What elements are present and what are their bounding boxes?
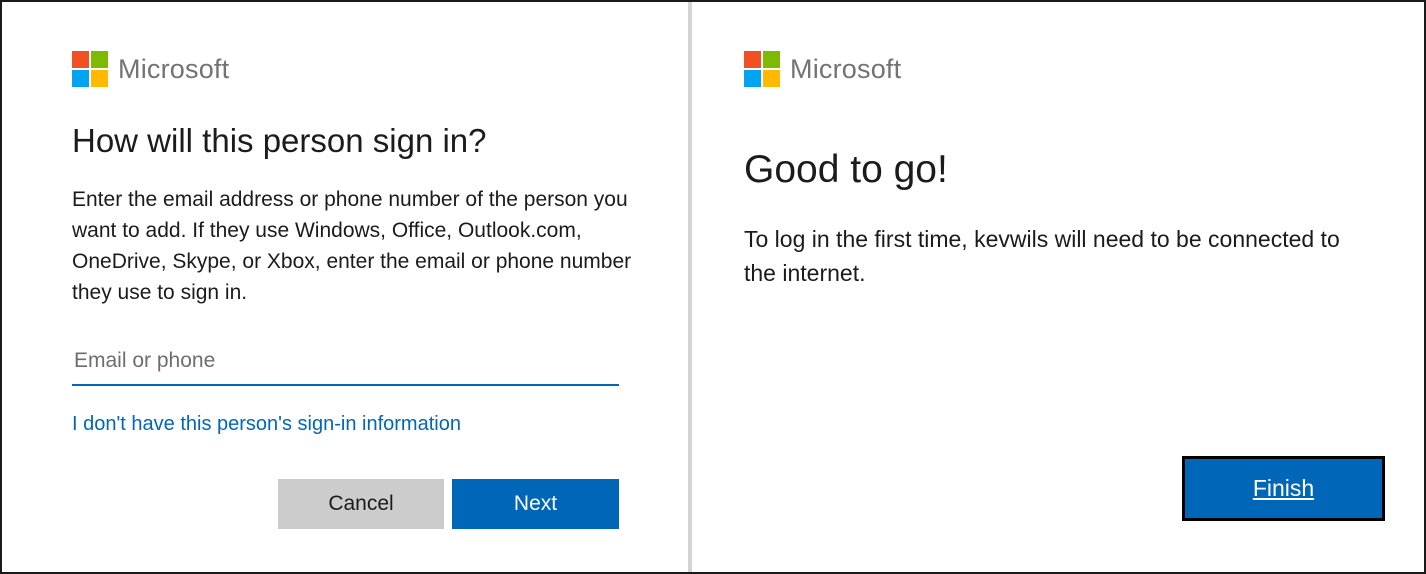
logo-yellow-square xyxy=(91,70,108,87)
completion-dialog: Microsoft Good to go! To log in the firs… xyxy=(692,2,1424,572)
microsoft-logo-icon xyxy=(72,51,108,87)
brand-header: Microsoft xyxy=(72,51,229,87)
cancel-button[interactable]: Cancel xyxy=(278,479,444,529)
sign-in-dialog: Microsoft How will this person sign in? … xyxy=(2,2,688,572)
dialog-title: Good to go! xyxy=(744,148,948,191)
next-button[interactable]: Next xyxy=(452,479,619,529)
logo-green-square xyxy=(91,51,108,68)
microsoft-logo-icon xyxy=(744,51,780,87)
logo-red-square xyxy=(72,51,89,68)
dialog-description: Enter the email address or phone number … xyxy=(72,188,632,304)
brand-name: Microsoft xyxy=(118,53,230,84)
logo-yellow-square xyxy=(763,70,780,87)
logo-green-square xyxy=(763,51,780,68)
dialog-title: How will this person sign in? xyxy=(72,122,487,159)
email-or-phone-input[interactable] xyxy=(72,338,619,384)
logo-red-square xyxy=(744,51,761,68)
brand-name: Microsoft xyxy=(790,53,902,84)
logo-blue-square xyxy=(744,70,761,87)
logo-blue-square xyxy=(72,70,89,87)
dialog-description: To log in the first time, kevwils will n… xyxy=(744,226,1340,286)
no-sign-in-info-link[interactable]: I don't have this person's sign-in infor… xyxy=(72,413,461,436)
screenshot-frame: Microsoft How will this person sign in? … xyxy=(0,0,1426,574)
finish-button[interactable]: Finish xyxy=(1182,456,1385,521)
email-field-container xyxy=(72,338,619,386)
brand-header: Microsoft xyxy=(744,51,901,87)
